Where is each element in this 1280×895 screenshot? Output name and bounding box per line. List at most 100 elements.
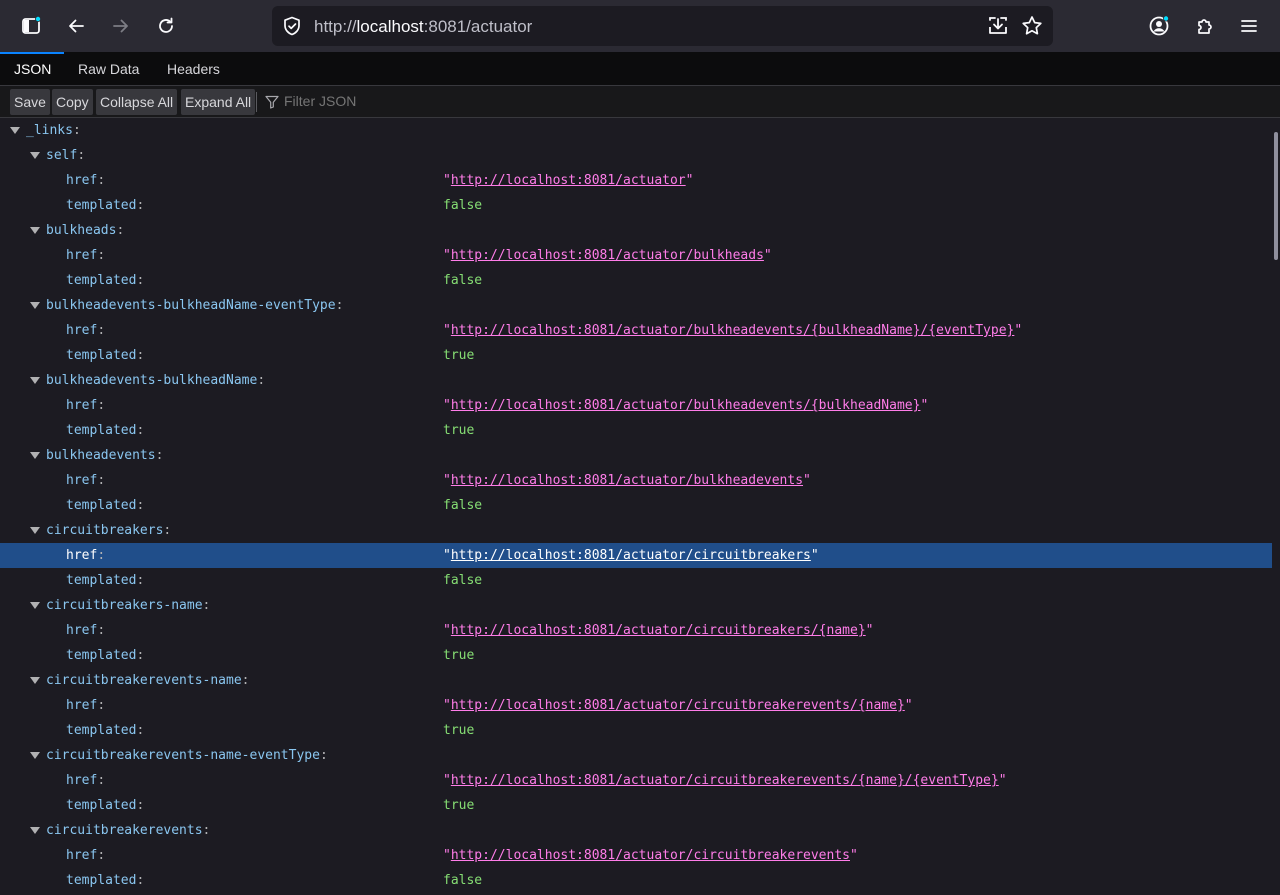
account-button[interactable]	[1141, 8, 1177, 44]
reload-button[interactable]	[148, 8, 184, 44]
templated-key-label: templated	[66, 198, 137, 213]
forward-button[interactable]	[103, 8, 139, 44]
href-link[interactable]: http://localhost:8081/actuator/bulkheade…	[451, 473, 803, 488]
href-link[interactable]: http://localhost:8081/actuator	[451, 173, 686, 188]
expand-toggle-icon[interactable]	[30, 602, 40, 609]
collapse-all-button[interactable]: Collapse All	[96, 89, 178, 115]
tree-row-group[interactable]: circuitbreakerevents-name-eventType:	[0, 743, 1272, 768]
sidebar-button[interactable]	[13, 8, 49, 44]
tree-row-href[interactable]: href: "http://localhost:8081/actuator/cir…	[0, 843, 1272, 868]
expand-toggle-icon[interactable]	[10, 127, 20, 134]
tree-row-templated[interactable]: templated: true	[0, 718, 1272, 743]
save-button[interactable]: Save	[10, 89, 50, 115]
reload-icon	[159, 17, 173, 33]
expand-toggle-icon[interactable]	[30, 452, 40, 459]
href-link[interactable]: http://localhost:8081/actuator/bulkheade…	[451, 323, 1015, 338]
expand-toggle-icon[interactable]	[30, 752, 40, 759]
tree-row-group[interactable]: bulkheadevents-bulkheadName:	[0, 368, 1272, 393]
tree-row-templated[interactable]: templated: true	[0, 643, 1272, 668]
tree-row-group[interactable]: circuitbreakers-name:	[0, 593, 1272, 618]
href-link[interactable]: http://localhost:8081/actuator/bulkheade…	[451, 398, 921, 413]
url-bar[interactable]: http://localhost:8081/actuator	[272, 6, 1053, 46]
boolean-value: true	[443, 648, 475, 663]
tree-row-templated[interactable]: templated: false	[0, 568, 1272, 593]
tree-row-href[interactable]: href: "http://localhost:8081/actuator/cir…	[0, 618, 1272, 643]
extensions-button[interactable]	[1187, 8, 1223, 44]
tree-key: circuitbreakers-name:	[46, 598, 211, 613]
expand-toggle-icon[interactable]	[30, 227, 40, 234]
copy-button[interactable]: Copy	[52, 89, 93, 115]
expand-toggle-icon[interactable]	[30, 677, 40, 684]
account-icon	[1149, 15, 1169, 36]
tree-key: bulkheadevents:	[46, 448, 164, 463]
expand-all-button[interactable]: Expand All	[181, 89, 256, 115]
scrollbar-thumb[interactable]	[1274, 132, 1278, 260]
tree-row-href[interactable]: href: "http://localhost:8081/actuator/cir…	[0, 543, 1272, 568]
tree-row-templated[interactable]: templated: false	[0, 268, 1272, 293]
tracking-protection-shield-icon[interactable]	[282, 16, 302, 36]
templated-key-label: templated	[66, 273, 137, 288]
href-link[interactable]: http://localhost:8081/actuator/circuitbr…	[451, 848, 850, 863]
tree-row-group[interactable]: circuitbreakerevents-name:	[0, 668, 1272, 693]
tree-row-templated[interactable]: templated: false	[0, 193, 1272, 218]
expand-toggle-icon[interactable]	[30, 302, 40, 309]
tree-row-group[interactable]: bulkheadevents:	[0, 443, 1272, 468]
tab-raw-data[interactable]: Raw Data	[64, 52, 153, 86]
string-value: "http://localhost:8081/actuator/bulkhead…	[443, 248, 772, 263]
string-value: "http://localhost:8081/actuator/circuitb…	[443, 623, 874, 638]
tree-row-group[interactable]: circuitbreakers:	[0, 518, 1272, 543]
url-text[interactable]: http://localhost:8081/actuator	[314, 17, 532, 37]
expand-toggle-icon[interactable]	[30, 377, 40, 384]
tree-key: templated:	[66, 723, 145, 738]
tab-json[interactable]: JSON	[0, 52, 64, 86]
expand-toggle-icon[interactable]	[30, 527, 40, 534]
root-key-label: _links	[26, 123, 73, 138]
tree-row-href[interactable]: href: "http://localhost:8081/actuator/bul…	[0, 243, 1272, 268]
tree-row-templated[interactable]: templated: true	[0, 343, 1272, 368]
href-link[interactable]: http://localhost:8081/actuator/circuitbr…	[451, 548, 811, 563]
href-link[interactable]: http://localhost:8081/actuator/bulkheads	[451, 248, 764, 263]
vertical-scrollbar[interactable]	[1272, 118, 1280, 895]
tab-headers[interactable]: Headers	[153, 52, 234, 86]
string-value: "http://localhost:8081/actuator/bulkhead…	[443, 398, 929, 413]
href-key-label: href	[66, 698, 98, 713]
expand-toggle-icon[interactable]	[30, 152, 40, 159]
tree-row-root[interactable]: _links:	[0, 118, 1272, 143]
boolean-value: false	[443, 273, 483, 288]
tree-row-templated[interactable]: templated: true	[0, 793, 1272, 818]
tree-row-group[interactable]: circuitbreakerevents:	[0, 818, 1272, 843]
href-link[interactable]: http://localhost:8081/actuator/circuitbr…	[451, 623, 866, 638]
tree-row-href[interactable]: href: "http://localhost:8081/actuator/cir…	[0, 768, 1272, 793]
tree-row-href[interactable]: href: "http://localhost:8081/actuator/bul…	[0, 318, 1272, 343]
filter-json-input[interactable]	[284, 93, 584, 109]
templated-key-label: templated	[66, 573, 137, 588]
tree-row-href[interactable]: href: "http://localhost:8081/actuator/bul…	[0, 393, 1272, 418]
bookmark-star-icon[interactable]	[1020, 14, 1044, 38]
tree-row-group[interactable]: self:	[0, 143, 1272, 168]
group-key-label: circuitbreakers	[46, 523, 164, 538]
tree-row-href[interactable]: href: "http://localhost:8081/actuator/bul…	[0, 468, 1272, 493]
tree-row-group[interactable]: bulkheads:	[0, 218, 1272, 243]
download-icon[interactable]	[986, 14, 1010, 38]
href-link[interactable]: http://localhost:8081/actuator/circuitbr…	[451, 698, 905, 713]
back-button[interactable]	[58, 8, 94, 44]
tree-row-templated[interactable]: templated: true	[0, 418, 1272, 443]
href-key-label: href	[66, 773, 98, 788]
tree-row-href[interactable]: href: "http://localhost:8081/actuator/cir…	[0, 693, 1272, 718]
href-key-label: href	[66, 398, 98, 413]
expand-toggle-icon[interactable]	[30, 827, 40, 834]
string-value: "http://localhost:8081/actuator/circuitb…	[443, 848, 858, 863]
json-tree: _links: self: href: "http://localhost:8081…	[0, 118, 1272, 895]
string-value: "http://localhost:8081/actuator/circuitb…	[443, 548, 819, 563]
menu-button[interactable]	[1231, 8, 1267, 44]
href-link[interactable]: http://localhost:8081/actuator/circuitbr…	[451, 773, 999, 788]
tree-row-href[interactable]: href: "http://localhost:8081/actuator"	[0, 168, 1272, 193]
href-key-label: href	[66, 848, 98, 863]
boolean-value: true	[443, 723, 475, 738]
tree-key: circuitbreakerevents:	[46, 823, 211, 838]
tree-row-templated[interactable]: templated: false	[0, 493, 1272, 518]
tree-row-group[interactable]: bulkheadevents-bulkheadName-eventType:	[0, 293, 1272, 318]
templated-key-label: templated	[66, 423, 137, 438]
tree-row-templated[interactable]: templated: false	[0, 868, 1272, 893]
viewer-tab-bar: JSON Raw Data Headers	[0, 52, 1280, 86]
